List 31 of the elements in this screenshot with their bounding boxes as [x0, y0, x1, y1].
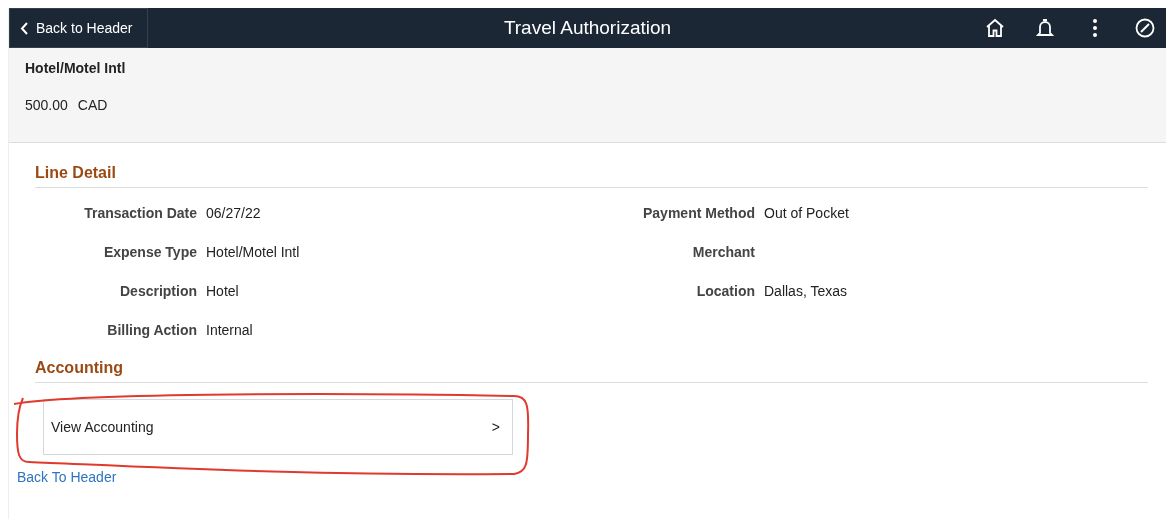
chevron-right-icon: >	[491, 416, 500, 438]
back-button[interactable]: Back to Header	[9, 8, 148, 48]
field-value: Internal	[206, 320, 253, 340]
compass-button[interactable]	[1134, 17, 1156, 39]
amount-text: 500.00	[25, 96, 68, 115]
field-label: Description	[119, 281, 197, 301]
field-label: Payment Method	[642, 203, 755, 223]
field-label: Billing Action	[106, 320, 197, 340]
field-value: Hotel	[206, 281, 239, 301]
field-label: Merchant	[691, 242, 755, 262]
home-button[interactable]	[984, 17, 1006, 39]
compass-icon	[1134, 17, 1156, 39]
field-label: Transaction Date	[83, 203, 197, 223]
section-heading: Line Detail	[35, 161, 1148, 188]
page-title: Travel Authorization	[503, 16, 672, 38]
currency-text: CAD	[77, 96, 108, 115]
field-label: Location	[695, 281, 755, 301]
view-accounting-button[interactable]: View Accounting >	[43, 399, 513, 455]
field-value: 06/27/22	[206, 203, 261, 223]
chevron-left-icon	[20, 21, 28, 35]
field-value: Hotel/Motel Intl	[206, 242, 300, 262]
field-value: Out of Pocket	[764, 203, 849, 223]
bell-button[interactable]	[1034, 17, 1056, 39]
home-icon	[984, 17, 1006, 39]
expense-name: Hotel/Motel Intl	[25, 59, 127, 78]
back-link[interactable]: Back To Header	[17, 467, 117, 488]
bell-icon	[1034, 17, 1056, 39]
section-heading: Accounting	[35, 356, 1148, 383]
field-label: Expense Type	[102, 242, 197, 262]
more-menu-icon	[1093, 19, 1097, 37]
field-value: Dallas, Texas	[764, 281, 847, 301]
